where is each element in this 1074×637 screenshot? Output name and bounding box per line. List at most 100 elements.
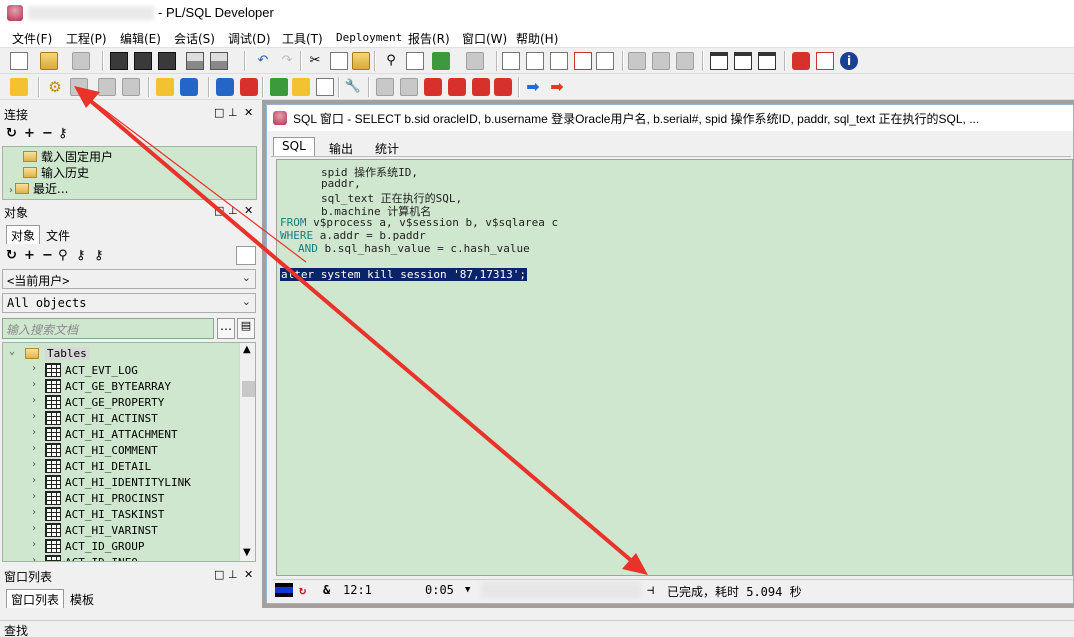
table-row[interactable]: › ACT_HI_TASKINST xyxy=(3,506,237,522)
search-input[interactable]: 输入搜索文档 xyxy=(2,318,214,339)
table-row[interactable]: › ACT_GE_PROPERTY xyxy=(3,394,237,410)
sql-dropdown-icon[interactable] xyxy=(180,78,198,96)
menu-window[interactable]: 窗口(W) xyxy=(462,30,507,47)
chevron-down-icon[interactable]: ▼ xyxy=(465,585,470,595)
tab-window-list[interactable]: 窗口列表 xyxy=(6,589,65,608)
unindent-icon[interactable] xyxy=(526,52,544,70)
add-icon[interactable]: + xyxy=(24,248,35,263)
cascade-icon[interactable] xyxy=(710,52,728,70)
tool-d-icon[interactable] xyxy=(376,78,394,96)
sql-window-titlebar[interactable]: SQL 窗口 - SELECT b.sid oracleID, b.userna… xyxy=(267,105,1073,131)
undo-icon[interactable]: ↶ xyxy=(254,52,272,70)
refresh-icon[interactable]: ↻ xyxy=(299,583,306,597)
chevron-right-icon[interactable]: › xyxy=(31,523,37,534)
chevron-right-icon[interactable]: › xyxy=(31,443,37,454)
tool-e-icon[interactable] xyxy=(400,78,418,96)
sql-icon[interactable] xyxy=(156,78,174,96)
info-icon[interactable]: i xyxy=(840,52,858,70)
tree-folder-tables[interactable]: ⌄ Tables xyxy=(3,346,255,362)
tool-f-icon[interactable] xyxy=(424,78,442,96)
comment-icon[interactable] xyxy=(550,52,568,70)
execute-icon[interactable]: ⚙ xyxy=(46,78,64,96)
commit-icon[interactable] xyxy=(98,78,116,96)
table-row[interactable]: › ACT_HI_VARINST xyxy=(3,522,237,538)
print-icon[interactable] xyxy=(186,52,204,70)
db-red-icon[interactable] xyxy=(240,78,258,96)
tool-c-icon[interactable] xyxy=(676,52,694,70)
print-preview-icon[interactable] xyxy=(210,52,228,70)
chevron-right-icon[interactable]: › xyxy=(31,491,37,502)
tool-a-icon[interactable] xyxy=(628,52,646,70)
panel-minimize-icon[interactable]: □ xyxy=(214,106,224,119)
object-tree-scrollbar[interactable]: ▲ ▼ xyxy=(239,343,255,561)
chevron-right-icon[interactable]: › xyxy=(31,539,37,550)
tree-item-recent[interactable]: › 最近... xyxy=(9,180,68,197)
indent-icon[interactable] xyxy=(502,52,520,70)
tool-g-icon[interactable] xyxy=(448,78,466,96)
tab-files[interactable]: 文件 xyxy=(42,226,74,245)
table-row[interactable]: › ACT_HI_PROCINST xyxy=(3,490,237,506)
chevron-right-icon[interactable]: › xyxy=(31,395,37,406)
history-icon[interactable] xyxy=(316,78,334,96)
tile-horizontal-icon[interactable] xyxy=(734,52,752,70)
search-doc-icon[interactable]: ▤ xyxy=(237,318,255,339)
tab-output[interactable]: 输出 xyxy=(323,139,359,158)
panel-pin-icon[interactable]: ⊥ xyxy=(228,106,238,119)
db-icon[interactable] xyxy=(216,78,234,96)
menu-tools[interactable]: 工具(T) xyxy=(282,30,323,47)
save-as-icon[interactable] xyxy=(134,52,152,70)
cut-icon[interactable]: ✂ xyxy=(306,52,324,70)
tool-b-icon[interactable] xyxy=(652,52,670,70)
report-icon[interactable] xyxy=(292,78,310,96)
add-icon[interactable]: + xyxy=(24,126,35,141)
menu-session[interactable]: 会话(S) xyxy=(174,30,215,47)
new-icon[interactable] xyxy=(10,52,28,70)
break-icon[interactable] xyxy=(70,78,88,96)
tab-templates[interactable]: 模板 xyxy=(66,590,98,609)
save-all-icon[interactable] xyxy=(158,52,176,70)
table-row[interactable]: › ACT_ID_GROUP xyxy=(3,538,237,554)
user-select[interactable]: <当前用户> ⌄ xyxy=(2,269,256,289)
uncomment-icon[interactable] xyxy=(574,52,592,70)
menu-file[interactable]: 文件(F) xyxy=(12,30,52,47)
key-icon[interactable]: ⚷ xyxy=(94,248,104,263)
sql-editor[interactable]: spid 操作系统ID, paddr, sql_text 正在执行的SQL, b… xyxy=(276,159,1073,576)
tool-h-icon[interactable] xyxy=(472,78,490,96)
object-filter-select[interactable]: All objects ⌄ xyxy=(2,293,256,313)
back-icon[interactable] xyxy=(432,52,450,70)
menu-deployment[interactable]: Deployment xyxy=(336,31,402,44)
panel-close-icon[interactable]: ✕ xyxy=(244,106,253,119)
scroll-down-icon[interactable]: ▼ xyxy=(243,547,251,558)
chevron-right-icon[interactable]: › xyxy=(31,507,37,518)
panel-pin-icon[interactable]: ⊥ xyxy=(228,568,238,581)
color-swatch[interactable] xyxy=(236,246,256,265)
refresh-icon[interactable]: ↻ xyxy=(6,126,17,141)
arrow-right-blue-icon[interactable]: ➡ xyxy=(524,78,542,96)
chevron-right-icon[interactable]: › xyxy=(31,379,37,390)
table-row[interactable]: › ACT_HI_DETAIL xyxy=(3,458,237,474)
chevron-right-icon[interactable]: › xyxy=(31,427,37,438)
panel-close-icon[interactable]: ✕ xyxy=(244,568,253,581)
tile-vertical-icon[interactable] xyxy=(758,52,776,70)
filter-icon[interactable]: ⚷ xyxy=(76,248,86,263)
print-setup-icon[interactable] xyxy=(72,52,90,70)
log-on-icon[interactable] xyxy=(10,78,28,96)
menu-project[interactable]: 工程(P) xyxy=(66,30,107,47)
tree-item-history[interactable]: 输入历史 xyxy=(23,164,89,181)
arrow-right-red-icon[interactable]: ➡ xyxy=(548,78,566,96)
chevron-right-icon[interactable]: › xyxy=(31,459,37,470)
rollback-icon[interactable] xyxy=(122,78,140,96)
replace-icon[interactable] xyxy=(406,52,424,70)
table-row[interactable]: › ACT_GE_BYTEARRAY xyxy=(3,378,237,394)
remove-icon[interactable]: − xyxy=(42,126,53,141)
scroll-thumb[interactable] xyxy=(242,381,255,397)
menu-edit[interactable]: 编辑(E) xyxy=(120,30,161,47)
key-icon[interactable]: ⚷ xyxy=(58,126,68,141)
chevron-right-icon[interactable]: › xyxy=(31,475,37,486)
chevron-right-icon[interactable]: › xyxy=(31,363,37,374)
wrench-icon[interactable]: 🔧 xyxy=(344,78,362,96)
pdf-icon[interactable] xyxy=(816,52,834,70)
panel-minimize-icon[interactable]: □ xyxy=(214,204,224,217)
tab-objects[interactable]: 对象 xyxy=(6,225,41,244)
remove-icon[interactable]: − xyxy=(42,248,53,263)
